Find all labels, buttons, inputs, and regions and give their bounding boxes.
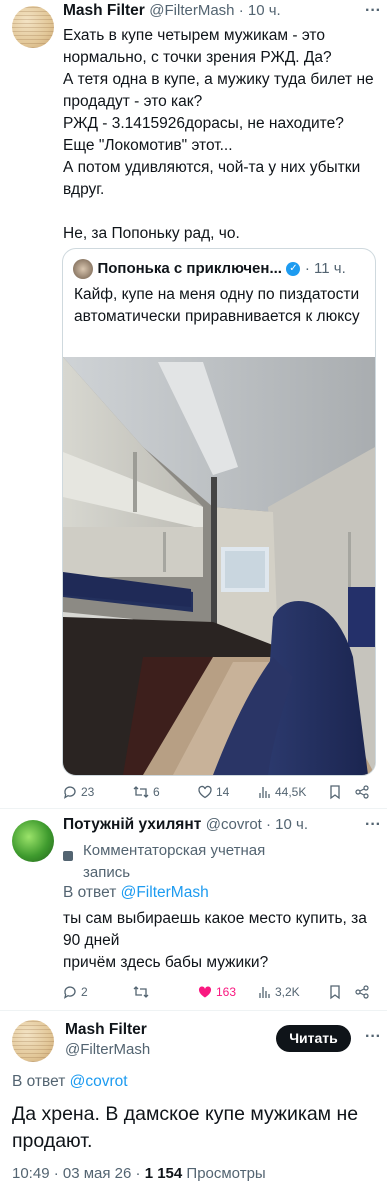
avatar[interactable] (12, 820, 54, 862)
account-label-text: Комментаторская учетная запись (83, 842, 266, 881)
reply-context: В ответ @FilterMash (63, 884, 209, 902)
timestamp[interactable]: 10:49 · 03 мая 26 · (12, 1165, 141, 1182)
author-name[interactable]: Mash Filter (63, 2, 145, 19)
share-icon[interactable] (354, 984, 370, 1000)
more-icon[interactable]: ··· (365, 1028, 381, 1046)
quote-author-name: Попонька с приключен... (97, 260, 282, 278)
author-name[interactable]: Mash Filter (65, 1021, 147, 1039)
reply-to-link[interactable]: @FilterMash (121, 884, 209, 901)
heart-icon (198, 785, 212, 799)
views-icon (259, 787, 270, 798)
retweet-button[interactable] (132, 984, 150, 1000)
tweet-text: Ехать в купе четырем мужикам - это норма… (63, 27, 374, 242)
divider (0, 1010, 387, 1011)
like-button[interactable]: 163 (197, 984, 236, 1000)
reply-icon (63, 986, 76, 999)
quote-text: Кайф, купе на меня одну по пиздатости ав… (74, 286, 360, 325)
more-icon[interactable]: ··· (365, 816, 381, 834)
like-count: 163 (216, 985, 237, 999)
views-button[interactable]: 3,2K (258, 984, 300, 1000)
divider (0, 808, 387, 809)
tweet-text: ты сам выбираешь какое место купить, за … (63, 910, 367, 971)
more-icon[interactable]: ··· (365, 2, 381, 20)
reply-count: 23 (81, 785, 95, 799)
retweet-icon (133, 986, 149, 998)
reply-prefix: В ответ (63, 884, 117, 901)
train-compartment-photo (63, 357, 375, 775)
retweet-icon (133, 786, 149, 798)
views-label: Просмотры (186, 1165, 266, 1182)
views-count: 1 154 (144, 1165, 183, 1182)
follow-button[interactable]: Читать (276, 1025, 351, 1052)
reply-button[interactable]: 23 (62, 784, 94, 800)
retweet-count: 6 (153, 785, 160, 799)
author-name[interactable]: Потужній ухилянт (63, 816, 201, 833)
heart-icon (198, 986, 212, 998)
reply-icon (63, 786, 76, 799)
author-handle-time[interactable]: @FilterMash · 10 ч. (149, 2, 280, 19)
share-icon[interactable] (354, 784, 370, 800)
quote-avatar (73, 259, 93, 279)
bookmark-icon[interactable] (328, 784, 342, 800)
like-count: 14 (216, 785, 230, 799)
verified-icon: ✓ (286, 262, 301, 276)
avatar[interactable] (12, 6, 54, 48)
commentator-badge-icon (63, 851, 73, 861)
quote-time: · 11 ч. (304, 260, 346, 278)
reply-context: В ответ @covrot (12, 1073, 128, 1091)
views-icon (259, 987, 270, 998)
tweet-actions: 2 163 3,2K (62, 982, 380, 1002)
tweet-header: Потужній ухилянт @covrot · 10 ч. ··· (63, 816, 383, 834)
account-label: Комментаторская учетная запись (63, 840, 303, 884)
tweet-header: Mash Filter @FilterMash · 10 ч. ··· (63, 2, 383, 20)
quote-tweet[interactable]: Попонька с приключен... ✓ · 11 ч. Кайф, … (62, 248, 376, 776)
reply-count: 2 (81, 985, 88, 999)
like-button[interactable]: 14 (197, 784, 229, 800)
reply-prefix: В ответ (12, 1073, 66, 1090)
quote-photo[interactable] (63, 357, 375, 775)
views-count: 3,2K (275, 985, 300, 999)
retweet-button[interactable]: 6 (132, 784, 160, 800)
views-count: 44,5K (275, 785, 307, 799)
avatar[interactable] (12, 1020, 54, 1062)
bookmark-icon[interactable] (328, 984, 342, 1000)
tweet-meta: 10:49 · 03 мая 26 · 1 154 Просмотры (12, 1165, 266, 1182)
views-button[interactable]: 44,5K (258, 784, 306, 800)
reply-button[interactable]: 2 (62, 984, 88, 1000)
tweet-text: Да хрена. В дамское купе мужикам не прод… (12, 1103, 359, 1152)
author-handle-time[interactable]: @covrot · 10 ч. (206, 816, 308, 833)
quote-header: Попонька с приключен... ✓ · 11 ч. (73, 259, 373, 279)
reply-to-link[interactable]: @covrot (70, 1073, 128, 1090)
author-handle[interactable]: @FilterMash (65, 1041, 150, 1058)
tweet-actions: 23 6 14 44,5K (62, 782, 380, 802)
